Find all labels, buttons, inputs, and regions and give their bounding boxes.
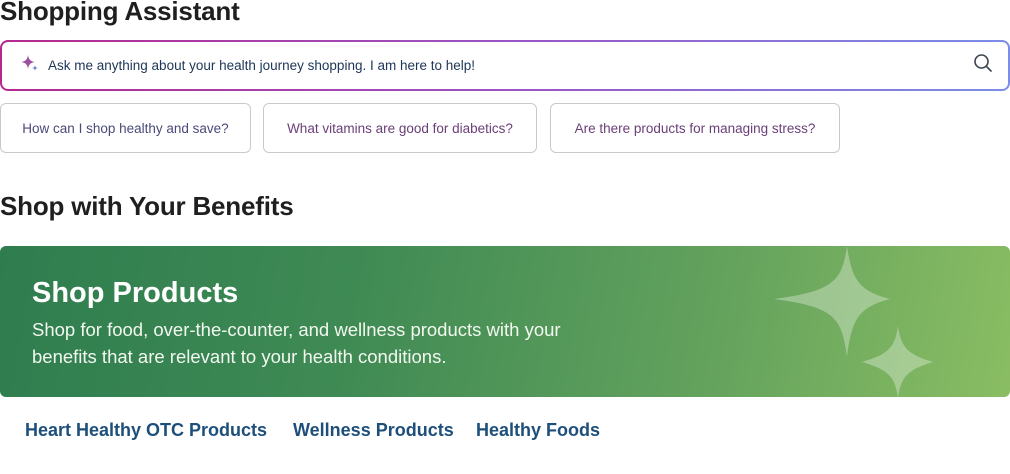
- link-healthy-foods[interactable]: Healthy Foods: [476, 420, 600, 441]
- shopping-assistant-title: Shopping Assistant: [0, 0, 240, 26]
- banner-title: Shop Products: [32, 277, 239, 309]
- assistant-search-inner[interactable]: Ask me anything about your health journe…: [2, 42, 1008, 89]
- link-wellness-products[interactable]: Wellness Products: [293, 420, 454, 441]
- search-input[interactable]: Ask me anything about your health journe…: [48, 58, 972, 73]
- suggestion-chip-vitamins-diabetics[interactable]: What vitamins are good for diabetics?: [263, 103, 537, 153]
- link-heart-healthy-otc[interactable]: Heart Healthy OTC Products: [25, 420, 267, 441]
- suggestion-chip-shop-healthy[interactable]: How can I shop healthy and save?: [0, 103, 251, 153]
- shop-products-banner[interactable]: Shop Products Shop for food, over-the-co…: [0, 246, 1010, 397]
- search-icon[interactable]: [972, 52, 994, 79]
- sparkle-icon: [18, 52, 48, 79]
- shop-with-benefits-title: Shop with Your Benefits: [0, 191, 294, 221]
- assistant-search-box[interactable]: Ask me anything about your health journe…: [0, 40, 1010, 91]
- banner-description: Shop for food, over-the-counter, and wel…: [32, 319, 561, 367]
- suggestion-chip-managing-stress[interactable]: Are there products for managing stress?: [550, 103, 840, 153]
